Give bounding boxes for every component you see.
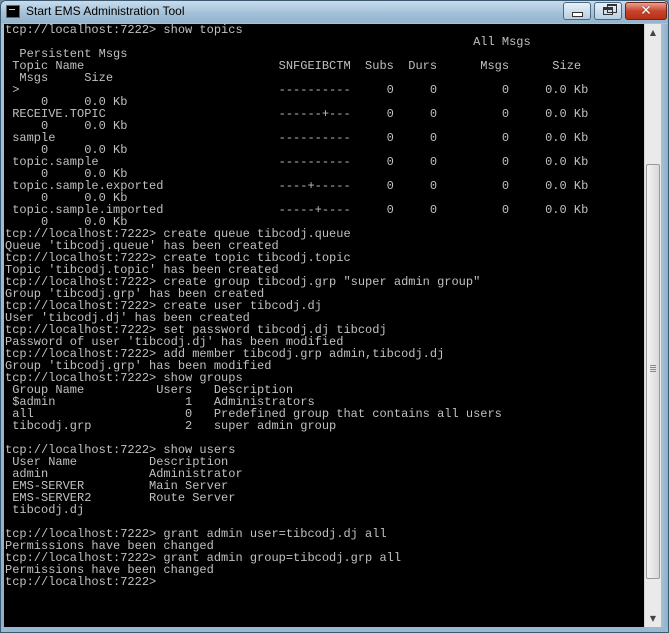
minimize-icon	[571, 12, 583, 17]
arrow-down-icon: ▼	[649, 614, 657, 623]
scroll-up-button[interactable]: ▲	[645, 24, 661, 41]
restore-icon	[603, 4, 617, 15]
grip-icon	[650, 365, 656, 366]
console-text: tcp://localhost:7222> show topics All Ms…	[4, 24, 588, 588]
close-button[interactable]: ✕	[625, 2, 667, 20]
console-line: EMS-SERVER2 Route Server	[5, 491, 236, 505]
arrow-up-icon: ▲	[649, 28, 657, 37]
window-frame-right	[661, 24, 668, 632]
minimize-button[interactable]	[563, 2, 591, 20]
console-line: tcp://localhost:7222>	[5, 575, 157, 589]
window-title: Start EMS Administration Tool	[26, 4, 185, 18]
console-line: tibcodj.grp 2 super admin group	[5, 419, 337, 433]
maximize-button[interactable]	[594, 2, 622, 20]
close-icon: ✕	[640, 3, 652, 19]
console-line: tibcodj.dj	[5, 503, 85, 517]
ems-admin-window: Start EMS Administration Tool ✕ tcp://lo…	[0, 0, 669, 633]
title-bar[interactable]: Start EMS Administration Tool ✕	[1, 1, 668, 23]
window-frame-bottom	[1, 627, 668, 632]
console-app-icon[interactable]	[6, 5, 20, 18]
console-output-area[interactable]: tcp://localhost:7222> show topics All Ms…	[4, 24, 644, 627]
scroll-thumb[interactable]	[646, 164, 660, 579]
scroll-down-button[interactable]: ▼	[645, 610, 661, 627]
vertical-scrollbar[interactable]: ▲ ▼	[644, 24, 661, 627]
